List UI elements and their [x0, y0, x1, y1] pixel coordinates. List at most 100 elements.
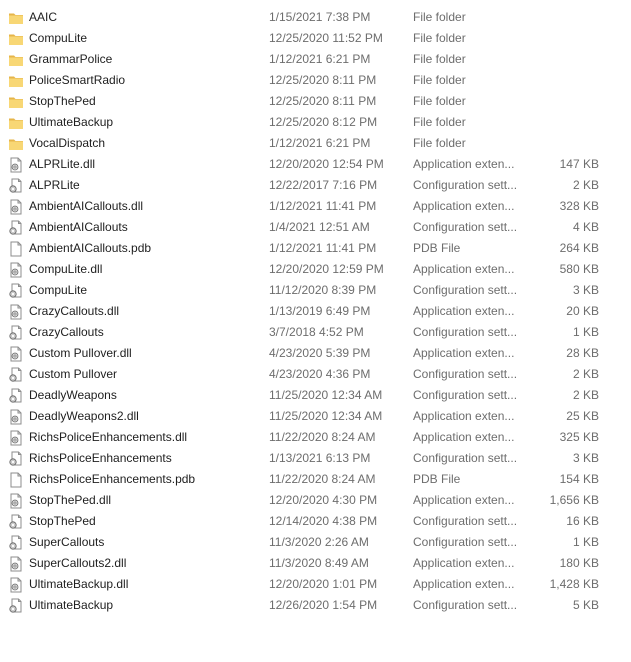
file-size: 2 KB	[572, 178, 599, 192]
file-row[interactable]: StopThePed 12/25/2020 8:11 PM File folde…	[0, 91, 631, 112]
file-row[interactable]: SuperCallouts2.dll 11/3/2020 8:49 AM App…	[0, 553, 631, 574]
file-date-modified: 3/7/2018 4:52 PM	[269, 325, 364, 339]
file-size: 1,656 KB	[549, 493, 599, 507]
file-row[interactable]: UltimateBackup 12/26/2020 1:54 PM Config…	[0, 595, 631, 616]
file-row[interactable]: ALPRLite.dll 12/20/2020 12:54 PM Applica…	[0, 154, 631, 175]
dll-icon	[8, 262, 24, 278]
file-row[interactable]: PoliceSmartRadio 12/25/2020 8:11 PM File…	[0, 70, 631, 91]
file-size: 325 KB	[559, 430, 599, 444]
file-row[interactable]: SuperCallouts 11/3/2020 2:26 AM Configur…	[0, 532, 631, 553]
file-name: CompuLite	[29, 31, 88, 45]
file-row[interactable]: CompuLite 12/25/2020 11:52 PM File folde…	[0, 28, 631, 49]
file-size: 28 KB	[566, 346, 599, 360]
file-size: 1,428 KB	[549, 577, 599, 591]
config-icon	[8, 367, 24, 383]
file-row[interactable]: CompuLite 11/12/2020 8:39 PM Configurati…	[0, 280, 631, 301]
file-type: Configuration sett...	[413, 220, 518, 234]
file-type: Application exten...	[413, 157, 515, 171]
file-row[interactable]: Custom Pullover 4/23/2020 4:36 PM Config…	[0, 364, 631, 385]
file-row[interactable]: VocalDispatch 1/12/2021 6:21 PM File fol…	[0, 133, 631, 154]
file-name: StopThePed	[29, 514, 96, 528]
file-row[interactable]: CrazyCallouts.dll 1/13/2019 6:49 PM Appl…	[0, 301, 631, 322]
file-row[interactable]: GrammarPolice 1/12/2021 6:21 PM File fol…	[0, 49, 631, 70]
file-type: File folder	[413, 31, 466, 45]
config-icon	[8, 598, 24, 614]
folder-icon	[8, 10, 24, 26]
file-row[interactable]: AmbientAICallouts.dll 1/12/2021 11:41 PM…	[0, 196, 631, 217]
file-name: AmbientAICallouts.dll	[29, 199, 144, 213]
file-date-modified: 11/3/2020 2:26 AM	[269, 535, 369, 549]
file-type: File folder	[413, 10, 466, 24]
file-row[interactable]: StopThePed.dll 12/20/2020 4:30 PM Applic…	[0, 490, 631, 511]
file-name: SuperCallouts2.dll	[29, 556, 127, 570]
file-row[interactable]: StopThePed 12/14/2020 4:38 PM Configurat…	[0, 511, 631, 532]
file-date-modified: 12/26/2020 1:54 PM	[269, 598, 378, 612]
file-date-modified: 1/12/2021 11:41 PM	[269, 199, 377, 213]
file-size: 16 KB	[566, 514, 599, 528]
dll-icon	[8, 577, 24, 593]
file-name: CrazyCallouts.dll	[29, 304, 120, 318]
file-date-modified: 1/12/2021 6:21 PM	[269, 136, 371, 150]
file-type: Application exten...	[413, 304, 515, 318]
file-name: RichsPoliceEnhancements.pdb	[29, 472, 196, 486]
file-date-modified: 12/20/2020 4:30 PM	[269, 493, 378, 507]
file-row[interactable]: UltimateBackup 12/25/2020 8:12 PM File f…	[0, 112, 631, 133]
config-icon	[8, 178, 24, 194]
file-size: 20 KB	[566, 304, 599, 318]
file-size: 3 KB	[572, 451, 599, 465]
dll-icon	[8, 304, 24, 320]
dll-icon	[8, 409, 24, 425]
file-row[interactable]: AmbientAICallouts.pdb 1/12/2021 11:41 PM…	[0, 238, 631, 259]
file-type: Application exten...	[413, 430, 515, 444]
file-row[interactable]: CompuLite.dll 12/20/2020 12:59 PM Applic…	[0, 259, 631, 280]
config-icon	[8, 388, 24, 404]
file-date-modified: 12/25/2020 11:52 PM	[269, 31, 383, 45]
file-type: Application exten...	[413, 493, 515, 507]
file-type: Configuration sett...	[413, 514, 518, 528]
file-name: RichsPoliceEnhancements	[29, 451, 172, 465]
file-name: PoliceSmartRadio	[29, 73, 126, 87]
file-date-modified: 1/4/2021 12:51 AM	[269, 220, 370, 234]
file-date-modified: 11/25/2020 12:34 AM	[269, 409, 383, 423]
file-size: 147 KB	[559, 157, 599, 171]
file-size: 2 KB	[572, 388, 599, 402]
file-row[interactable]: AAIC 1/15/2021 7:38 PM File folder	[0, 7, 631, 28]
file-name: AmbientAICallouts.pdb	[29, 241, 152, 255]
folder-icon	[8, 115, 24, 131]
file-type: Application exten...	[413, 262, 515, 276]
file-row[interactable]: UltimateBackup.dll 12/20/2020 1:01 PM Ap…	[0, 574, 631, 595]
dll-icon	[8, 346, 24, 362]
folder-icon	[8, 31, 24, 47]
file-row[interactable]: DeadlyWeapons 11/25/2020 12:34 AM Config…	[0, 385, 631, 406]
file-date-modified: 4/23/2020 5:39 PM	[269, 346, 371, 360]
file-name: CompuLite.dll	[29, 262, 103, 276]
file-row[interactable]: CrazyCallouts 3/7/2018 4:52 PM Configura…	[0, 322, 631, 343]
file-name: DeadlyWeapons	[29, 388, 117, 402]
file-icon	[8, 472, 24, 488]
file-date-modified: 12/14/2020 4:38 PM	[269, 514, 378, 528]
file-row[interactable]: Custom Pullover.dll 4/23/2020 5:39 PM Ap…	[0, 343, 631, 364]
file-type: File folder	[413, 136, 466, 150]
file-row[interactable]: RichsPoliceEnhancements.dll 11/22/2020 8…	[0, 427, 631, 448]
file-row[interactable]: RichsPoliceEnhancements 1/13/2021 6:13 P…	[0, 448, 631, 469]
file-type: File folder	[413, 52, 466, 66]
file-date-modified: 12/25/2020 8:12 PM	[269, 115, 378, 129]
dll-icon	[8, 157, 24, 173]
file-row[interactable]: DeadlyWeapons2.dll 11/25/2020 12:34 AM A…	[0, 406, 631, 427]
file-name: UltimateBackup.dll	[29, 577, 129, 591]
file-name: AmbientAICallouts	[29, 220, 128, 234]
file-row[interactable]: ALPRLite 12/22/2017 7:16 PM Configuratio…	[0, 175, 631, 196]
file-date-modified: 1/15/2021 7:38 PM	[269, 10, 371, 24]
file-type: Configuration sett...	[413, 283, 518, 297]
file-row[interactable]: RichsPoliceEnhancements.pdb 11/22/2020 8…	[0, 469, 631, 490]
file-date-modified: 11/12/2020 8:39 PM	[269, 283, 377, 297]
file-name: VocalDispatch	[29, 136, 106, 150]
file-size: 1 KB	[572, 535, 599, 549]
file-date-modified: 11/22/2020 8:24 AM	[269, 472, 376, 486]
file-date-modified: 12/20/2020 1:01 PM	[269, 577, 378, 591]
file-date-modified: 1/12/2021 6:21 PM	[269, 52, 371, 66]
file-row[interactable]: AmbientAICallouts 1/4/2021 12:51 AM Conf…	[0, 217, 631, 238]
file-size: 5 KB	[572, 598, 599, 612]
config-icon	[8, 451, 24, 467]
file-name: CrazyCallouts	[29, 325, 104, 339]
